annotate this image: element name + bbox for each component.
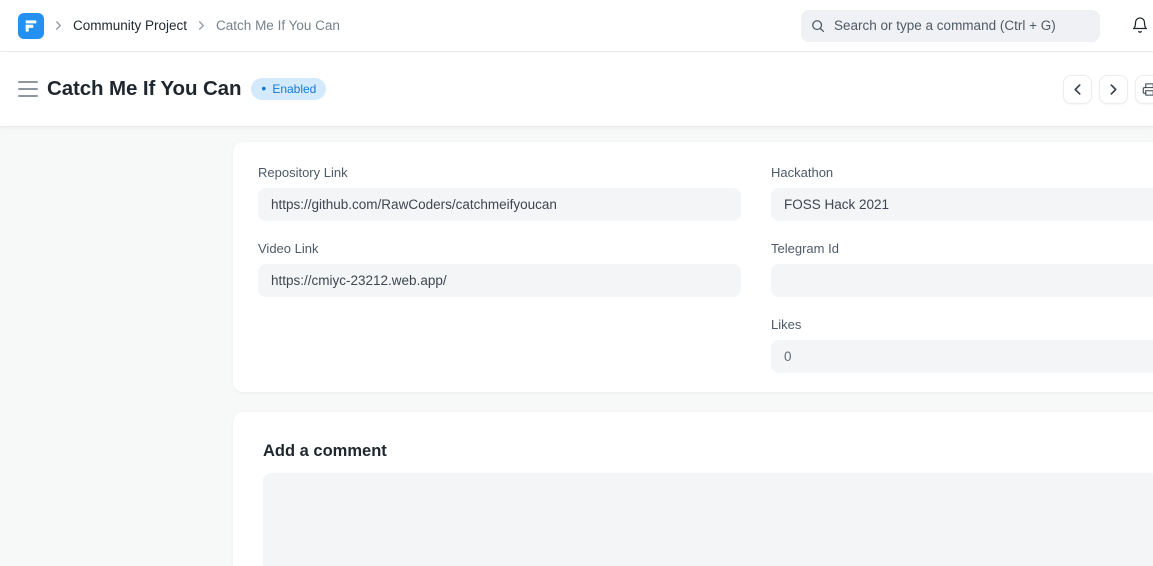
main-content: Repository Link Video Link Hackathon Tel… (0, 127, 1153, 566)
field-label: Video Link (258, 241, 741, 256)
page-head: Catch Me If You Can • Enabled (0, 52, 1153, 127)
add-comment-heading: Add a comment (263, 442, 1153, 461)
chevron-right-icon (197, 21, 206, 30)
field-label: Telegram Id (771, 241, 1153, 256)
field-likes: Likes (771, 317, 1153, 373)
video-link-input[interactable] (258, 264, 741, 297)
bell-icon[interactable] (1129, 15, 1151, 37)
head-actions (1063, 75, 1153, 104)
form-column-left: Repository Link Video Link (258, 165, 741, 393)
hackathon-input[interactable] (771, 188, 1153, 221)
prev-document-button[interactable] (1063, 75, 1092, 104)
telegram-id-input[interactable] (771, 264, 1153, 297)
comment-input[interactable] (263, 473, 1153, 566)
field-hackathon: Hackathon (771, 165, 1153, 221)
frappe-logo-icon[interactable] (18, 13, 44, 39)
breadcrumb-community-project[interactable]: Community Project (73, 18, 187, 33)
search-icon (811, 19, 825, 33)
breadcrumb-current-doc[interactable]: Catch Me If You Can (216, 18, 340, 33)
field-label: Hackathon (771, 165, 1153, 180)
repository-link-input[interactable] (258, 188, 741, 221)
top-navbar: Community Project Catch Me If You Can (0, 0, 1153, 52)
page-title: Catch Me If You Can (47, 77, 241, 101)
form-column-right: Hackathon Telegram Id Likes (771, 165, 1153, 393)
field-video-link: Video Link (258, 241, 741, 297)
status-dot: • (261, 81, 266, 95)
printer-icon (1142, 82, 1153, 97)
chevron-right-icon (54, 21, 63, 30)
search-input[interactable] (834, 18, 1090, 33)
global-search[interactable] (801, 10, 1100, 42)
likes-input[interactable] (771, 340, 1153, 373)
status-badge: • Enabled (251, 78, 326, 100)
print-button[interactable] (1135, 75, 1153, 104)
field-label: Repository Link (258, 165, 741, 180)
field-telegram-id: Telegram Id (771, 241, 1153, 297)
form-section-card: Repository Link Video Link Hackathon Tel… (233, 142, 1153, 392)
chevron-left-icon (1072, 84, 1083, 95)
comment-section-card: Add a comment (233, 412, 1153, 566)
next-document-button[interactable] (1099, 75, 1128, 104)
status-label: Enabled (272, 82, 316, 96)
chevron-right-icon (1108, 84, 1119, 95)
frappe-f-glyph (23, 18, 39, 34)
field-repository-link: Repository Link (258, 165, 741, 221)
field-label: Likes (771, 317, 1153, 332)
sidebar-toggle-icon[interactable] (18, 81, 38, 97)
